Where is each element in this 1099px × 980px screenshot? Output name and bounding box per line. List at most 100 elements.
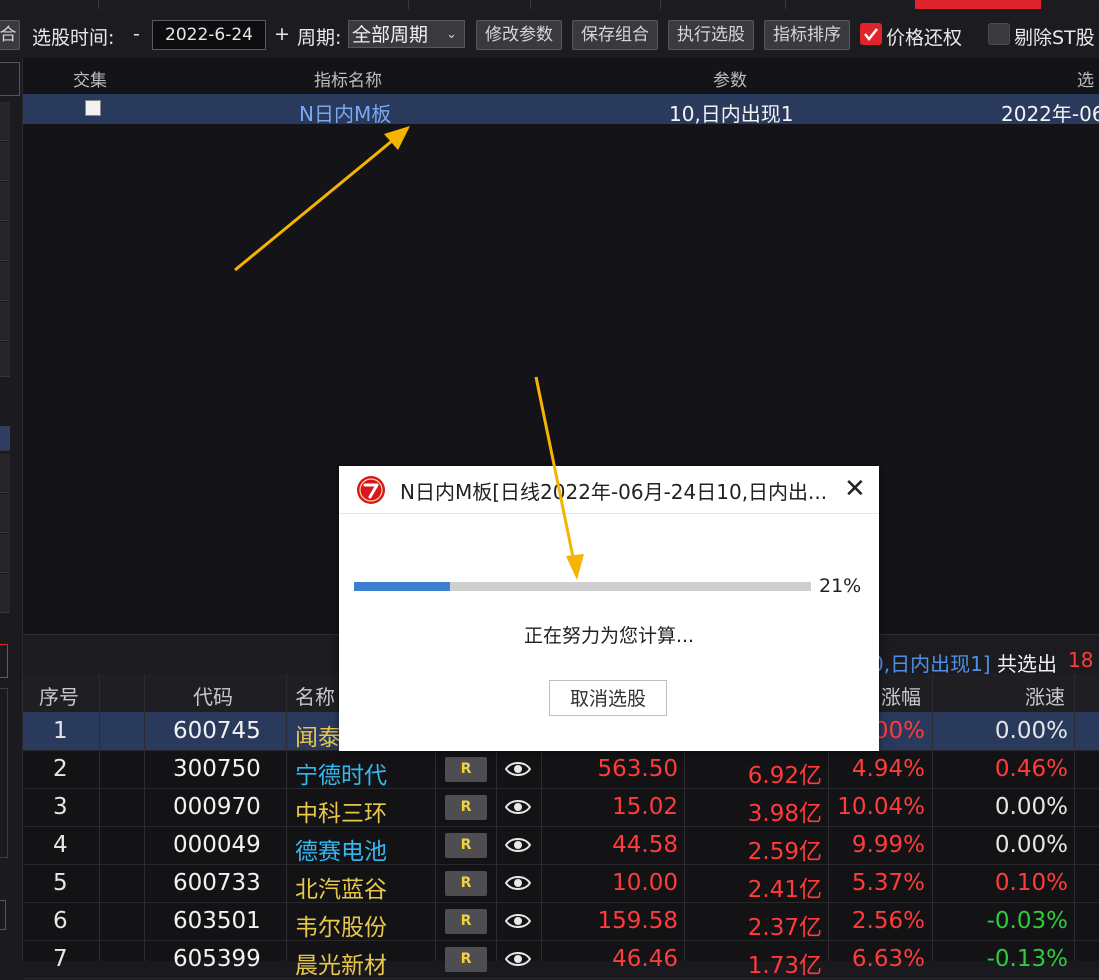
sidebar-item[interactable] [0, 574, 10, 613]
header-speed[interactable]: 涨速 [1025, 681, 1065, 710]
cell-price: 159.58 [597, 908, 678, 934]
save-combo-button[interactable]: 保存组合 [572, 20, 658, 50]
sidebar-item[interactable] [0, 102, 10, 141]
eye-icon[interactable] [504, 911, 532, 931]
cell-index: 6 [53, 908, 68, 934]
cell-code: 600745 [173, 718, 261, 744]
summary-count: 18 [1068, 648, 1094, 672]
cell-index: 2 [53, 756, 68, 782]
cell-change: 4.94% [851, 756, 925, 782]
cell-name[interactable]: 宁德时代 [295, 756, 387, 790]
cell-index: 3 [53, 794, 68, 820]
date-plus-button[interactable]: + [274, 23, 290, 45]
eye-icon[interactable] [504, 759, 532, 779]
price-restore-label: 价格还权 [886, 27, 963, 49]
sidebar-box-top[interactable] [0, 62, 20, 96]
header-name[interactable]: 名称 [295, 681, 335, 710]
sidebar-item[interactable] [0, 534, 10, 573]
cell-price: 563.50 [597, 756, 678, 782]
header-index[interactable]: 序号 [39, 681, 79, 710]
eye-icon[interactable] [504, 797, 532, 817]
rating-badge[interactable]: R [445, 833, 487, 858]
rating-badge[interactable]: R [445, 947, 487, 972]
sidebar-item-active[interactable] [0, 426, 10, 451]
eye-icon[interactable] [504, 873, 532, 893]
sidebar-item[interactable] [0, 494, 10, 533]
eye-icon[interactable] [504, 835, 532, 855]
eye-icon[interactable] [504, 949, 532, 969]
cell-code: 603501 [173, 908, 261, 934]
cell-name[interactable]: 晨光新材 [295, 946, 387, 980]
cell-amount: 1.73亿 [747, 953, 822, 979]
sidebar-item[interactable] [0, 182, 10, 221]
header-indicator-name: 指标名称 [314, 71, 382, 91]
dialog-title: N日内M板[日线2022年-06月-24日10,日内出... [400, 480, 828, 504]
sidebar-item[interactable] [0, 454, 10, 493]
cell-index: 5 [53, 870, 68, 896]
sort-indicators-button[interactable]: 指标排序 [764, 20, 850, 50]
table-row[interactable]: 4 000049 德赛电池 44.58 2.59亿 9.99% 0.00% R [23, 826, 1099, 865]
date-input[interactable]: 2022-6-24 [152, 20, 266, 50]
rating-badge[interactable]: R [445, 871, 487, 896]
criteria-row[interactable]: N日内M板 10,日内出现1 2022年-06 [23, 94, 1099, 127]
progress-bar [354, 582, 811, 591]
toolbar: 合 选股时间: - 2022-6-24 + 周期: 全部周期 ⌄ 修改参数 保存… [0, 9, 1099, 59]
cell-name[interactable]: 德赛电池 [295, 832, 387, 866]
sidebar-panel [0, 688, 8, 858]
cell-name[interactable]: 北汽蓝谷 [295, 870, 387, 904]
summary-total-label: 共选出 [997, 652, 1057, 676]
header-change[interactable]: 涨幅 [881, 681, 921, 710]
table-row[interactable]: 6 603501 韦尔股份 159.58 2.37亿 2.56% -0.03% R [23, 902, 1099, 941]
sidebar-item[interactable] [0, 222, 10, 261]
chevron-down-icon: ⌄ [446, 27, 457, 42]
table-row[interactable]: 7 605399 晨光新材 46.46 1.73亿 6.63% -0.13% R [23, 940, 1099, 979]
cell-price: 46.46 [612, 946, 678, 972]
cell-speed: 0.00% [994, 794, 1068, 820]
sidebar-box-red[interactable] [0, 644, 8, 678]
criteria-indicator-name[interactable]: N日内M板 [299, 98, 391, 127]
criteria-date: 2022年-06 [1001, 102, 1099, 126]
period-select[interactable]: 全部周期 ⌄ [348, 20, 465, 48]
period-label: 周期: [297, 27, 342, 49]
summary-params-text: 0,日内出现1] [871, 652, 991, 676]
progress-fill [354, 582, 450, 591]
left-cut-button[interactable]: 合 [0, 20, 20, 50]
sidebar-item[interactable] [0, 142, 10, 181]
left-sidebar [0, 58, 23, 961]
cell-name[interactable]: 闻泰 [295, 718, 341, 752]
cell-speed: -0.13% [986, 946, 1068, 972]
table-row[interactable]: 3 000970 中科三环 15.02 3.98亿 10.04% 0.00% R [23, 788, 1099, 827]
header-code[interactable]: 代码 [193, 681, 233, 710]
exclude-st-checkbox[interactable] [988, 23, 1010, 45]
sidebar-box-bottom[interactable] [0, 900, 6, 930]
cell-speed: 0.00% [994, 832, 1068, 858]
intersect-checkbox[interactable] [85, 100, 101, 116]
table-row[interactable]: 2 300750 宁德时代 563.50 6.92亿 4.94% 0.46% R [23, 750, 1099, 789]
cell-code: 605399 [173, 946, 261, 972]
cell-index: 4 [53, 832, 68, 858]
exclude-st-label: 剔除ST股 [1014, 27, 1095, 49]
active-top-tab[interactable] [915, 0, 1041, 9]
rating-badge[interactable]: R [445, 795, 487, 820]
sidebar-item[interactable] [0, 342, 10, 377]
criteria-params: 10,日内出现1 [669, 102, 794, 126]
date-minus-button[interactable]: - [133, 23, 140, 45]
modify-params-button[interactable]: 修改参数 [476, 20, 562, 50]
table-row[interactable]: 5 600733 北汽蓝谷 10.00 2.41亿 5.37% 0.10% R [23, 864, 1099, 903]
cell-change: 10.04% [837, 794, 925, 820]
cell-code: 300750 [173, 756, 261, 782]
cancel-screening-button[interactable]: 取消选股 [549, 680, 667, 716]
cell-name[interactable]: 韦尔股份 [295, 908, 387, 942]
price-restore-checkbox[interactable] [860, 23, 882, 45]
rating-badge[interactable]: R [445, 757, 487, 782]
cell-amount: 2.59亿 [747, 839, 822, 865]
header-params: 参数 [713, 71, 747, 91]
execute-screen-button[interactable]: 执行选股 [668, 20, 754, 50]
cell-price: 15.02 [612, 794, 678, 820]
close-icon[interactable]: ✕ [844, 475, 866, 503]
sidebar-item[interactable] [0, 262, 10, 301]
sidebar-item[interactable] [0, 302, 10, 341]
cell-name[interactable]: 中科三环 [295, 794, 387, 828]
rating-badge[interactable]: R [445, 909, 487, 934]
date-label: 选股时间: [32, 27, 115, 49]
